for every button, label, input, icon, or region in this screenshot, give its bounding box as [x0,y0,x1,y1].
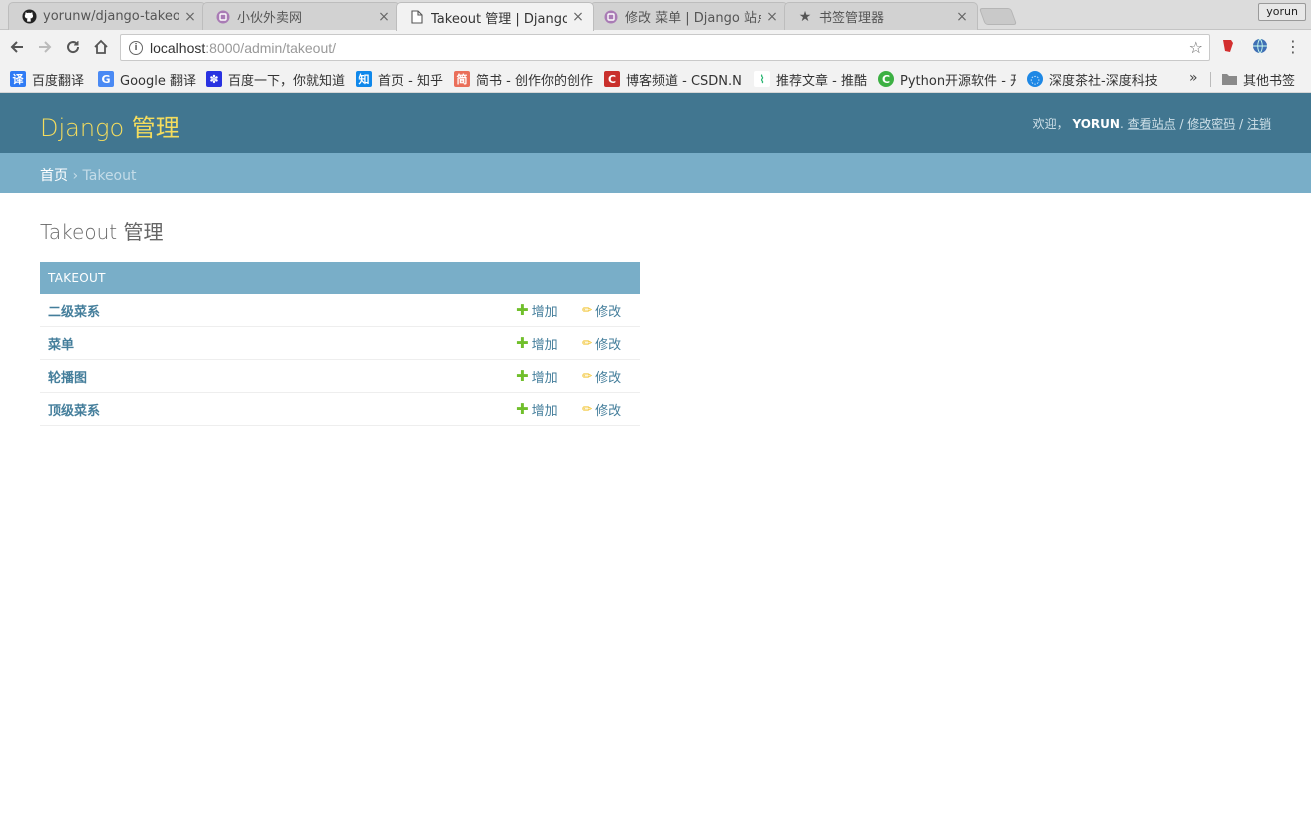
tab-title: yorunw/django-takeo [43,9,179,24]
change-link[interactable]: ✏ 修改 [582,334,621,353]
browser-toolbar: i localhost:8000/admin/takeout/ ☆ ⋮ [0,30,1311,64]
tab-bookmark-manager[interactable]: ★ 书签管理器 × [784,2,978,30]
breadcrumb-home[interactable]: 首页 [40,168,68,184]
model-row: 二级菜系 ✚ 增加 ✏ 修改 [40,294,640,327]
page-icon [409,9,425,25]
username: YORUN [1072,117,1120,131]
pencil-icon: ✏ [582,336,593,350]
app-caption[interactable]: TAKEOUT [40,262,640,294]
bookmark-item[interactable]: 简 简书 - 创作你的创作 [454,69,596,89]
tab-close-icon[interactable]: × [571,9,585,25]
tab-close-icon[interactable]: × [955,9,969,25]
admin-header: Django 管理 欢迎， YORUN. 查看站点 / 修改密码 / 注销 [0,93,1311,153]
change-link[interactable]: ✏ 修改 [582,400,621,419]
bookmarks-bar: 译 百度翻译 G Google 翻译 ✽ 百度一下，你就知道 知 首页 - 知乎… [0,64,1311,93]
page-title: Takeout 管理 [40,220,164,244]
plus-icon: ✚ [516,399,529,418]
star-icon: ★ [798,8,812,25]
bookmark-item[interactable]: G Google 翻译 [98,69,198,89]
model-row: 轮播图 ✚ 增加 ✏ 修改 [40,360,640,393]
jianshu-icon: 简 [454,71,470,87]
deepin-icon: ◌ [1027,71,1043,87]
menu-icon[interactable]: ⋮ [1284,37,1302,56]
extension-globe-icon[interactable] [1251,37,1269,55]
github-icon [21,9,37,25]
logout-link[interactable]: 注销 [1247,117,1271,131]
model-row: 菜单 ✚ 增加 ✏ 修改 [40,327,640,360]
bookmarks-divider [1210,72,1211,87]
change-password-link[interactable]: 修改密码 [1187,117,1235,131]
tab-title: 书签管理器 [819,11,885,26]
breadcrumb-current: Takeout [82,168,137,184]
oschina-icon: C [878,71,894,87]
tab-close-icon[interactable]: × [377,9,391,25]
add-link[interactable]: ✚ 增加 [516,367,558,386]
model-link[interactable]: 顶级菜系 [48,400,100,419]
tab-strip: yorunw/django-takeo × 小伙外卖网 × Takeout 管理… [0,0,1311,31]
add-link[interactable]: ✚ 增加 [516,301,558,320]
bookmark-item[interactable]: C Python开源软件 - 开 [878,69,1016,89]
extension-red-icon[interactable] [1219,37,1237,55]
model-link[interactable]: 轮播图 [48,367,87,386]
tab-close-icon[interactable]: × [183,9,197,25]
user-tools: 欢迎， YORUN. 查看站点 / 修改密码 / 注销 [1032,117,1271,131]
profile-button[interactable]: yorun [1258,3,1306,21]
add-link[interactable]: ✚ 增加 [516,334,558,353]
bookmark-item[interactable]: ✽ 百度一下，你就知道 [206,69,346,89]
bookmark-item[interactable]: ⌇ 推荐文章 - 推酷 [754,69,870,89]
new-tab-button[interactable] [978,8,1018,25]
breadcrumb-separator: › [72,168,79,184]
info-icon[interactable]: i [129,40,143,55]
django-site-icon [215,9,231,25]
tab-edit-menu[interactable]: 修改 菜单 | Django 站点 × [590,2,788,30]
more-bookmarks-icon[interactable]: » [1189,70,1198,86]
folder-icon [1221,71,1237,87]
pencil-icon: ✏ [582,369,593,383]
tab-close-icon[interactable]: × [765,9,779,25]
tuicool-icon: ⌇ [754,71,770,87]
view-site-link[interactable]: 查看站点 [1128,117,1176,131]
plus-icon: ✚ [516,300,529,319]
pencil-icon: ✏ [582,402,593,416]
change-link[interactable]: ✏ 修改 [582,301,621,320]
bookmark-item[interactable]: ◌ 深度茶社-深度科技 [1027,69,1167,89]
breadcrumb: 首页 › Takeout [0,153,1311,193]
bookmark-star-icon[interactable]: ☆ [1189,38,1203,57]
model-row: 顶级菜系 ✚ 增加 ✏ 修改 [40,393,640,426]
baidu-translate-icon: 译 [10,71,26,87]
back-icon[interactable] [6,36,28,58]
pencil-icon: ✏ [582,303,593,317]
tab-github[interactable]: yorunw/django-takeo × [8,2,206,30]
zhihu-icon: 知 [356,71,372,87]
forward-icon[interactable] [34,36,56,58]
site-title[interactable]: Django 管理 [40,108,180,143]
model-link[interactable]: 二级菜系 [48,301,100,320]
address-bar[interactable]: i localhost:8000/admin/takeout/ ☆ [120,34,1210,61]
reload-icon[interactable] [62,36,84,58]
plus-icon: ✚ [516,366,529,385]
tab-site[interactable]: 小伙外卖网 × [202,2,400,30]
url-text: localhost:8000/admin/takeout/ [150,39,337,56]
change-link[interactable]: ✏ 修改 [582,367,621,386]
add-link[interactable]: ✚ 增加 [516,400,558,419]
home-icon[interactable] [90,36,112,58]
tab-title: 修改 菜单 | Django 站点 [625,11,761,26]
plus-icon: ✚ [516,333,529,352]
baidu-paw-icon: ✽ [206,71,222,87]
bookmark-item[interactable]: 知 首页 - 知乎 [356,69,446,89]
model-link[interactable]: 菜单 [48,334,74,353]
tab-title: 小伙外卖网 [237,11,303,26]
tab-takeout-active[interactable]: Takeout 管理 | Django × [396,2,594,31]
bookmark-item[interactable]: 译 百度翻译 [10,69,90,89]
django-site-icon [603,9,619,25]
welcome-text: 欢迎， [1032,117,1069,131]
csdn-icon: C [604,71,620,87]
bookmark-item[interactable]: C 博客频道 - CSDN.NET [604,69,742,89]
google-translate-icon: G [98,71,114,87]
app-module-takeout: TAKEOUT 二级菜系 ✚ 增加 ✏ 修改 菜单 ✚ 增加 ✏ 修改 轮播图 ✚ 增加 … [40,262,640,426]
other-bookmarks-folder[interactable]: 其他书签 [1221,69,1307,89]
tab-title: Takeout 管理 | Django [431,11,567,27]
